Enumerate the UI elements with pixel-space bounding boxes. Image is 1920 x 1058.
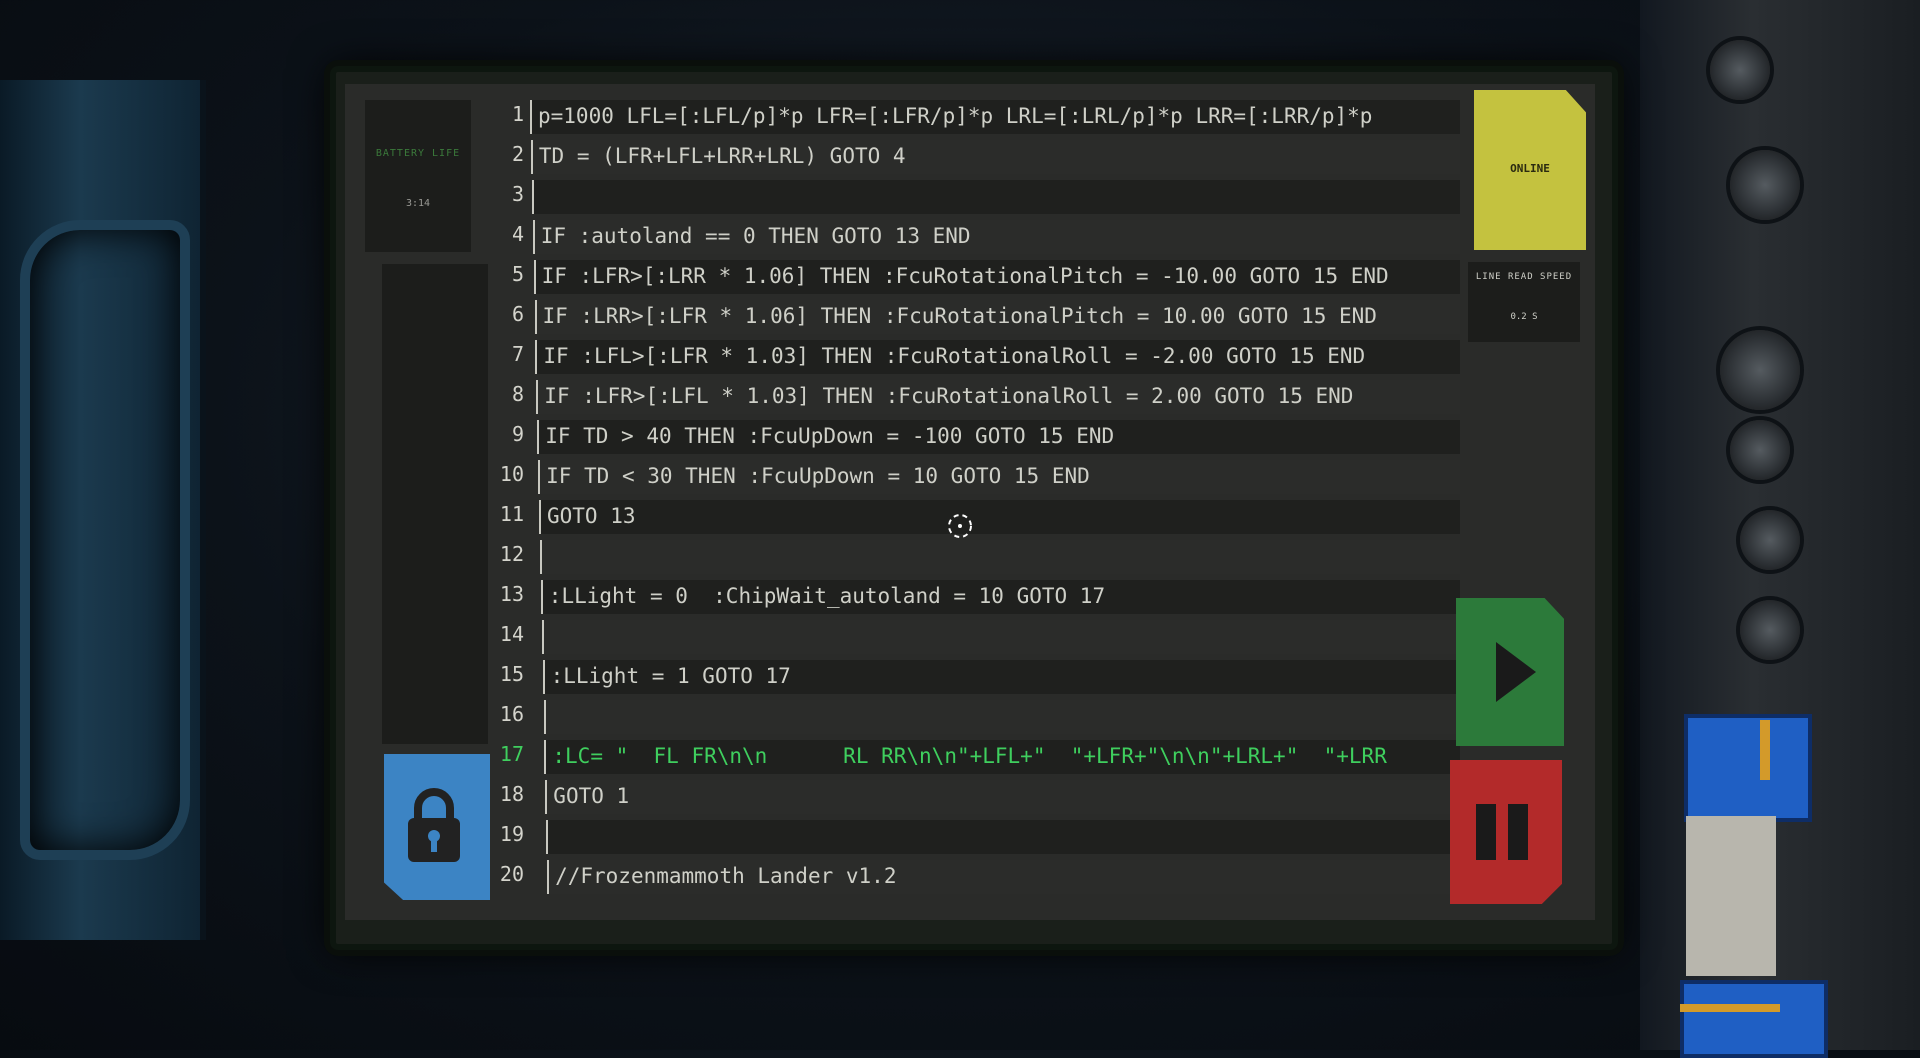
line-number: 16 <box>499 702 524 726</box>
right-wall-panel <box>1640 0 1920 1058</box>
line-text[interactable]: :LLight = 0 :ChipWait_autoland = 10 GOTO… <box>540 580 1460 614</box>
line-number: 12 <box>499 542 524 566</box>
line-number: 17 <box>499 742 524 766</box>
line-number: 19 <box>499 822 524 846</box>
lock-icon <box>408 788 460 862</box>
line-number: 5 <box>511 262 524 286</box>
line-text[interactable]: TD = (LFR+LFL+LRR+LRL) GOTO 4 <box>530 140 1460 174</box>
pause-icon <box>1476 804 1528 860</box>
line-text[interactable]: IF TD < 30 THEN :FcuUpDown = 10 GOTO 15 … <box>538 460 1460 494</box>
code-line[interactable]: 4 IF :autoland == 0 THEN GOTO 13 END <box>484 214 1460 254</box>
line-speed-value[interactable]: 0.2 S <box>1468 312 1580 322</box>
online-label: ONLINE <box>1510 162 1550 175</box>
line-speed-label: LINE READ SPEED <box>1475 272 1573 282</box>
line-text[interactable]: IF :LFR>[:LFL * 1.03] THEN :FcuRotationa… <box>536 380 1460 414</box>
code-line[interactable]: 2 TD = (LFR+LFL+LRR+LRL) GOTO 4 <box>484 134 1460 174</box>
line-number: 6 <box>511 302 524 326</box>
line-text[interactable]: IF :autoland == 0 THEN GOTO 13 END <box>532 220 1460 254</box>
play-button[interactable] <box>1456 598 1564 746</box>
bolt <box>1730 150 1800 220</box>
crate-stripe <box>1680 1004 1780 1012</box>
line-number: 2 <box>511 142 524 166</box>
line-text[interactable] <box>541 620 1460 654</box>
code-line[interactable]: 9 IF TD > 40 THEN :FcuUpDown = -100 GOTO … <box>484 414 1460 454</box>
bolt <box>1730 420 1790 480</box>
code-line[interactable]: 18 GOTO 1 <box>484 774 1460 814</box>
line-number: 3 <box>511 182 524 206</box>
line-number: 10 <box>499 462 524 486</box>
blue-crate <box>1684 714 1812 822</box>
code-line[interactable]: 13 :LLight = 0 :ChipWait_autoland = 10 GO… <box>484 574 1460 614</box>
line-text[interactable]: //Frozenmammoth Lander v1.2 <box>547 860 1460 894</box>
line-text[interactable]: :LLight = 1 GOTO 17 <box>542 660 1460 694</box>
pause-button[interactable] <box>1450 760 1562 904</box>
line-text[interactable]: :LC= " FL FR\n\n RL RR\n\n"+LFL+" "+LFR+… <box>544 740 1460 774</box>
code-line[interactable]: 20 //Frozenmammoth Lander v1.2 <box>484 854 1460 894</box>
code-line[interactable]: 5 IF :LFR>[:LRR * 1.06] THEN :FcuRotation… <box>484 254 1460 294</box>
line-text[interactable]: p=1000 LFL=[:LFL/p]*p LFR=[:LFR/p]*p LRL… <box>530 100 1460 134</box>
code-line[interactable]: 15 :LLight = 1 GOTO 17 <box>484 654 1460 694</box>
code-line[interactable]: 10 IF TD < 30 THEN :FcuUpDown = 10 GOTO 1… <box>484 454 1460 494</box>
bolt <box>1710 40 1770 100</box>
left-panel-frame <box>20 220 190 860</box>
line-number: 13 <box>499 582 524 606</box>
code-line[interactable]: 3 <box>484 174 1460 214</box>
battery-panel: BATTERY LIFE 3:14 <box>365 100 471 252</box>
crosshair-icon <box>948 514 972 538</box>
line-number: 15 <box>499 662 524 686</box>
line-text[interactable] <box>546 820 1460 854</box>
code-line[interactable]: 16 <box>484 694 1460 734</box>
code-line[interactable]: 8 IF :LFR>[:LFL * 1.03] THEN :FcuRotation… <box>484 374 1460 414</box>
line-text[interactable]: GOTO 1 <box>545 780 1460 814</box>
line-number: 7 <box>511 342 524 366</box>
line-number: 8 <box>511 382 524 406</box>
battery-label: BATTERY LIFE <box>375 148 461 159</box>
line-number: 20 <box>499 862 524 886</box>
play-icon <box>1496 642 1536 702</box>
line-number: 1 <box>511 102 524 126</box>
line-text[interactable] <box>539 540 1460 574</box>
code-line[interactable]: 14 <box>484 614 1460 654</box>
bolt <box>1740 600 1800 660</box>
code-editor[interactable]: 1 p=1000 LFL=[:LFL/p]*p LFR=[:LFR/p]*p LR… <box>484 94 1460 894</box>
line-number: 18 <box>499 782 524 806</box>
line-text[interactable]: IF :LFL>[:LFR * 1.03] THEN :FcuRotationa… <box>535 340 1460 374</box>
battery-time: 3:14 <box>405 198 431 209</box>
line-number: 4 <box>511 222 524 246</box>
code-line[interactable]: 19 <box>484 814 1460 854</box>
line-text[interactable] <box>531 180 1460 214</box>
code-line[interactable]: 7 IF :LFL>[:LFR * 1.03] THEN :FcuRotation… <box>484 334 1460 374</box>
line-speed-panel: LINE READ SPEED 0.2 S <box>1468 262 1580 342</box>
line-number: 9 <box>511 422 524 446</box>
code-line[interactable]: 6 IF :LRR>[:LFR * 1.06] THEN :FcuRotation… <box>484 294 1460 334</box>
crate-stripe <box>1760 720 1770 780</box>
bolt <box>1720 330 1800 410</box>
grey-crate <box>1686 816 1776 976</box>
code-line[interactable]: 12 <box>484 534 1460 574</box>
line-text[interactable] <box>543 700 1460 734</box>
bolt <box>1740 510 1800 570</box>
code-line[interactable]: 1 p=1000 LFL=[:LFL/p]*p LFR=[:LFR/p]*p LR… <box>484 94 1460 134</box>
left-wall-panel <box>0 80 206 940</box>
line-text[interactable]: GOTO 13 <box>539 500 1460 534</box>
code-line[interactable]: 17 :LC= " FL FR\n\n RL RR\n\n"+LFL+" "+LF… <box>484 734 1460 774</box>
online-status-button[interactable]: ONLINE <box>1474 90 1586 250</box>
line-number: 14 <box>499 622 524 646</box>
line-number: 11 <box>499 502 524 526</box>
line-text[interactable]: IF TD > 40 THEN :FcuUpDown = -100 GOTO 1… <box>537 420 1460 454</box>
line-text[interactable]: IF :LFR>[:LRR * 1.06] THEN :FcuRotationa… <box>533 260 1460 294</box>
line-text[interactable]: IF :LRR>[:LFR * 1.06] THEN :FcuRotationa… <box>534 300 1460 334</box>
side-strip <box>382 264 488 744</box>
blue-crate <box>1680 980 1828 1058</box>
lock-button[interactable] <box>384 754 490 900</box>
